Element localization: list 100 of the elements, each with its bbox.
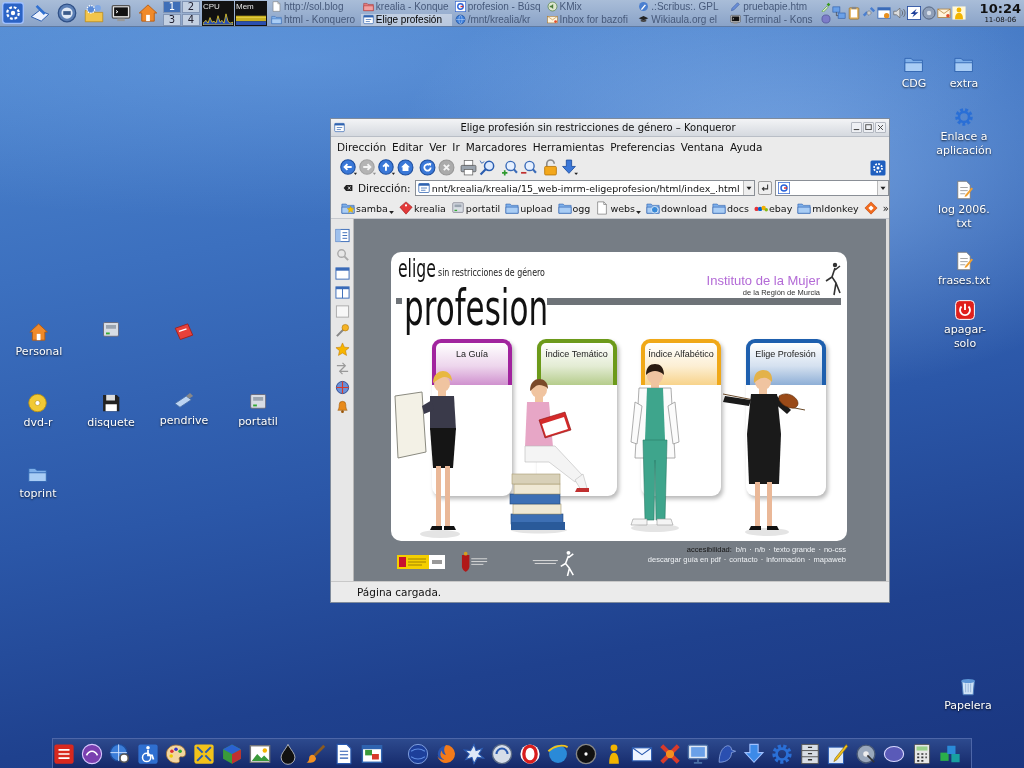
bird-icon[interactable] (715, 742, 737, 765)
bookmark-button[interactable]: docs (711, 201, 749, 215)
task-button[interactable]: .:Scribus:. GPL (636, 0, 728, 13)
starburst-icon[interactable] (463, 742, 485, 765)
clipboard-icon[interactable] (847, 6, 861, 20)
globe-icon[interactable] (407, 742, 429, 765)
card-icon[interactable] (174, 322, 194, 342)
calculator-icon[interactable] (911, 742, 933, 765)
desktop-shortcut[interactable]: CDG (901, 54, 927, 91)
network-icon[interactable] (832, 6, 846, 20)
home-icon[interactable] (397, 159, 414, 176)
task-button[interactable]: profesion - Búsq (452, 0, 544, 13)
task-button[interactable]: Elige profesión (360, 13, 452, 26)
search-field[interactable] (775, 180, 889, 196)
task-button[interactable]: pruebapie.htm (728, 0, 819, 13)
window-icon[interactable] (334, 122, 345, 133)
star-icon[interactable] (334, 342, 350, 357)
desktop-switcher-cell[interactable]: 2 (182, 0, 200, 13)
app-menu-icon[interactable] (2, 2, 24, 24)
badge-icon[interactable] (81, 742, 103, 765)
return-icon[interactable] (758, 181, 773, 195)
desktop-shortcut[interactable]: disquete (87, 393, 135, 430)
menu-item[interactable]: Herramientas (529, 140, 608, 154)
cabinet-icon[interactable] (799, 742, 821, 765)
ring-tile-icon[interactable] (778, 182, 791, 194)
bookmark-button[interactable]: samba (341, 201, 394, 215)
more-bookmarks-button[interactable]: » (882, 202, 889, 214)
gear-tile-icon[interactable] (870, 159, 886, 176)
section-tab[interactable]: La Guía (432, 339, 512, 385)
home-icon[interactable] (138, 3, 158, 23)
down-arrow-icon[interactable] (561, 159, 578, 176)
globe-icon[interactable] (547, 742, 569, 765)
document-icon[interactable] (333, 742, 355, 765)
disc-icon[interactable] (575, 742, 597, 765)
caret-icon[interactable] (743, 181, 755, 195)
arrows-tile-icon[interactable] (193, 742, 215, 765)
bookmark-button[interactable]: download (646, 201, 707, 215)
globe-magnifier-icon[interactable] (109, 742, 131, 765)
monitor-icon[interactable] (687, 742, 709, 765)
bookmark-button[interactable]: upload (505, 201, 553, 215)
brush-icon[interactable] (305, 742, 327, 765)
caret-icon[interactable] (877, 181, 888, 195)
bookmark-button[interactable]: ogg (557, 201, 591, 215)
desktop-shortcut[interactable]: Enlace a aplicación (934, 107, 994, 158)
menu-item[interactable]: Dirección (334, 140, 390, 154)
pencil-page-icon[interactable] (827, 742, 849, 765)
clear-icon[interactable] (343, 183, 353, 193)
zoom-in-icon[interactable] (501, 159, 518, 176)
menu-item[interactable]: Ayuda (727, 140, 766, 154)
menu-item[interactable]: Ver (426, 140, 450, 154)
section-tab[interactable]: Elige Profesión (745, 339, 826, 385)
desktop-switcher-cell[interactable]: 4 (182, 13, 200, 26)
bookmark-button[interactable]: portatil (450, 201, 501, 215)
magnifier-icon[interactable] (479, 159, 496, 176)
disc-icon[interactable] (855, 742, 877, 765)
globe-icon[interactable] (334, 380, 350, 395)
section-tab[interactable]: Índice Temático (536, 339, 617, 385)
task-button[interactable]: krealia - Konque (360, 0, 452, 13)
picture-icon[interactable] (249, 742, 271, 765)
minimize-icon[interactable] (851, 122, 862, 133)
cross-icon[interactable] (659, 742, 681, 765)
desktop-switcher-cell[interactable]: 3 (163, 13, 181, 26)
striped-tile-icon[interactable] (53, 742, 75, 765)
cube-icon[interactable] (221, 742, 243, 765)
zoom-out-icon[interactable] (520, 159, 537, 176)
arrow-tile-icon[interactable] (907, 6, 921, 20)
menu-item[interactable]: Marcadores (462, 140, 530, 154)
desktop-shortcut[interactable]: frases.txt (938, 251, 990, 288)
palette-icon[interactable] (165, 742, 187, 765)
panel-icon[interactable] (334, 228, 350, 243)
round-icon[interactable] (491, 742, 513, 765)
desktop-shortcut[interactable]: dvd-r (23, 393, 53, 430)
window-icon[interactable] (334, 266, 350, 281)
diamond-icon[interactable] (863, 201, 878, 215)
task-button[interactable]: KMix (544, 0, 636, 13)
ring-icon[interactable] (519, 742, 541, 765)
desktop-shortcut[interactable]: extra (949, 54, 979, 91)
photo-window-icon[interactable] (361, 742, 383, 765)
pen-paper-icon[interactable] (30, 3, 50, 23)
padlock-icon[interactable] (542, 159, 559, 176)
desktop-switcher-cell[interactable]: 1 (163, 0, 181, 13)
bell-icon[interactable] (334, 399, 350, 414)
menu-item[interactable]: Editar (389, 140, 427, 154)
drive-icon[interactable] (101, 320, 121, 340)
bookmark-button[interactable]: krealia (398, 201, 446, 215)
menu-item[interactable]: Ventana (677, 140, 727, 154)
disc-drive-icon[interactable] (57, 3, 77, 23)
menu-item[interactable]: Preferencias (607, 140, 678, 154)
gear-icon[interactable] (771, 742, 793, 765)
gears-folder-icon[interactable] (84, 3, 104, 23)
down-arrow-icon[interactable] (743, 742, 765, 765)
desktop-shortcut[interactable]: apagar-solo (935, 300, 995, 351)
maximize-icon[interactable] (863, 122, 874, 133)
desktop-shortcut[interactable]: Papelera (944, 676, 992, 713)
split-window-icon[interactable] (334, 285, 350, 300)
flame-globe-icon[interactable] (435, 742, 457, 765)
wheelchair-icon[interactable] (137, 742, 159, 765)
reload-icon[interactable] (419, 159, 436, 176)
printer-icon[interactable] (460, 159, 477, 176)
terminal-icon[interactable] (111, 3, 131, 23)
